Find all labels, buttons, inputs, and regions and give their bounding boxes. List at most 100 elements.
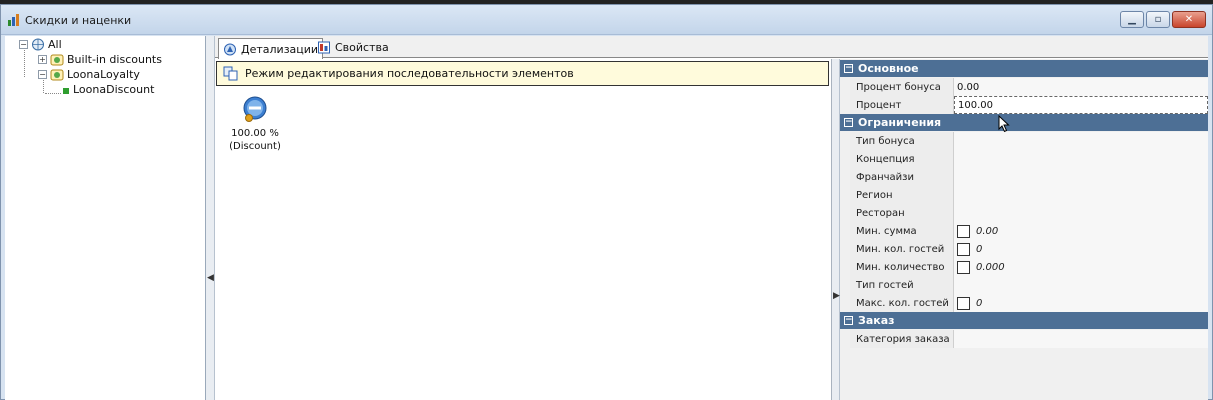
discount-group-icon <box>50 54 64 66</box>
property-row-percent[interactable]: Процент 100.00 <box>840 96 1208 114</box>
right-splitter[interactable]: ▶ <box>832 59 840 400</box>
property-row-order-category[interactable]: Категория заказа <box>840 330 1208 348</box>
property-value-field[interactable] <box>954 204 1208 222</box>
category-order[interactable]: − Заказ <box>840 312 1208 329</box>
property-row-min-guests[interactable]: Мин. кол. гостей 0 <box>840 240 1208 258</box>
collapse-icon[interactable]: − <box>844 316 853 325</box>
property-name: Категория заказа <box>850 330 954 348</box>
property-row-guest-type[interactable]: Тип гостей <box>840 276 1208 294</box>
max-guests-checkbox[interactable] <box>957 296 970 310</box>
row-gutter <box>840 294 850 312</box>
discount-element-caption: (Discount) <box>229 141 281 152</box>
property-value: 0.00 <box>957 81 980 93</box>
collapse-right-icon[interactable]: ▶ <box>833 291 840 301</box>
property-value-field[interactable]: 0.00 <box>954 222 1208 240</box>
property-row-bonus-type[interactable]: Тип бонуса <box>840 132 1208 150</box>
min-guests-checkbox[interactable] <box>957 242 970 256</box>
maximize-button[interactable]: ▫ <box>1146 11 1170 28</box>
title-bar[interactable]: Скидки и наценки ▁ ▫ ✕ <box>1 5 1212 35</box>
percent-input[interactable]: 100.00 <box>954 96 1208 114</box>
property-row-concept[interactable]: Концепция <box>840 150 1208 168</box>
property-name: Процент <box>850 96 954 114</box>
tree-connector <box>24 50 25 77</box>
property-name: Концепция <box>850 150 954 168</box>
property-name: Мин. сумма <box>850 222 954 240</box>
property-row-region[interactable]: Регион <box>840 186 1208 204</box>
tree-connector <box>45 93 61 94</box>
property-value-field[interactable] <box>954 330 1208 348</box>
property-name: Регион <box>850 186 954 204</box>
property-row-min-quantity[interactable]: Мин. количество 0.000 <box>840 258 1208 276</box>
tab-properties[interactable]: Свойства <box>313 38 393 57</box>
property-value-field[interactable] <box>954 168 1208 186</box>
row-gutter <box>840 204 850 222</box>
details-icon <box>224 43 236 55</box>
property-name: Тип бонуса <box>850 132 954 150</box>
window-title: Скидки и наценки <box>25 14 132 27</box>
expand-icon[interactable]: + <box>38 55 47 64</box>
discount-group-icon <box>50 69 64 81</box>
property-value-field[interactable] <box>954 186 1208 204</box>
property-value-field[interactable]: 0.00 <box>954 78 1208 96</box>
property-row-franchisee[interactable]: Франчайзи <box>840 168 1208 186</box>
tree-node-loona-loyalty[interactable]: − LoonaLoyalty <box>38 67 140 82</box>
category-restrictions[interactable]: − Ограничения <box>840 114 1208 131</box>
discount-element[interactable]: 100.00 % (Discount) <box>227 95 283 152</box>
property-row-min-sum[interactable]: Мин. сумма 0.00 <box>840 222 1208 240</box>
property-value-field[interactable]: 0 <box>954 294 1208 312</box>
property-name: Мин. кол. гостей <box>850 240 954 258</box>
tree-node-built-in-discounts[interactable]: + Built-in discounts <box>38 52 162 67</box>
property-value-field[interactable]: 0.000 <box>954 258 1208 276</box>
property-row-restaurant[interactable]: Ресторан <box>840 204 1208 222</box>
row-gutter <box>840 330 850 348</box>
property-value: 0.00 <box>976 225 999 237</box>
tree-node-label: All <box>48 38 62 51</box>
banner-text: Режим редактирования последовательности … <box>245 67 574 80</box>
property-name: Макс. кол. гостей <box>850 294 954 312</box>
property-name: Тип гостей <box>850 276 954 294</box>
category-label: Ограничения <box>858 116 942 129</box>
close-icon: ✕ <box>1184 14 1194 25</box>
tab-details[interactable]: Детализации <box>218 38 324 59</box>
discount-tree[interactable]: − All + Built-in discounts − LoonaLoyalt… <box>5 36 206 400</box>
tree-node-label: LoonaDiscount <box>73 83 155 96</box>
property-name: Франчайзи <box>850 168 954 186</box>
property-row-max-guests[interactable]: Макс. кол. гостей 0 <box>840 294 1208 312</box>
minimize-button[interactable]: ▁ <box>1120 11 1144 28</box>
property-name: Мин. количество <box>850 258 954 276</box>
left-splitter[interactable]: ◀ <box>206 36 215 400</box>
collapse-left-icon[interactable]: ◀ <box>207 273 214 283</box>
row-gutter <box>840 222 850 240</box>
row-gutter <box>840 240 850 258</box>
row-gutter <box>840 78 850 96</box>
row-gutter <box>840 168 850 186</box>
property-value-field[interactable] <box>954 276 1208 294</box>
property-value-field[interactable]: 0 <box>954 240 1208 258</box>
collapse-icon[interactable]: − <box>19 40 28 49</box>
row-gutter <box>840 96 850 114</box>
category-main[interactable]: − Основное <box>840 60 1208 77</box>
client-area: − All + Built-in discounts − LoonaLoyalt… <box>5 36 1208 400</box>
close-button[interactable]: ✕ <box>1172 11 1206 28</box>
property-value-field[interactable] <box>954 132 1208 150</box>
tree-node-all[interactable]: − All <box>19 37 62 52</box>
properties-icon <box>318 41 330 54</box>
collapse-icon[interactable]: − <box>844 64 853 73</box>
tree-node-loona-discount[interactable]: LoonaDiscount <box>62 82 154 97</box>
globe-folder-icon <box>32 38 44 51</box>
discount-element-icon <box>243 96 267 122</box>
tree-node-label: Built-in discounts <box>67 53 162 66</box>
property-value: 100.00 <box>958 99 993 111</box>
row-gutter <box>840 132 850 150</box>
property-name: Ресторан <box>850 204 954 222</box>
property-grid: − Основное Процент бонуса 0.00 Процент 1… <box>840 59 1208 400</box>
collapse-icon[interactable]: − <box>38 70 47 79</box>
property-row-bonus-percent[interactable]: Процент бонуса 0.00 <box>840 78 1208 96</box>
min-sum-checkbox[interactable] <box>957 224 970 238</box>
min-quantity-checkbox[interactable] <box>957 260 970 274</box>
collapse-icon[interactable]: − <box>844 118 853 127</box>
mouse-cursor-icon <box>998 115 1010 133</box>
sequence-edit-icon <box>223 66 238 80</box>
main-panel: Детализации Свойства Режим редактировани… <box>215 36 1208 400</box>
property-value-field[interactable] <box>954 150 1208 168</box>
